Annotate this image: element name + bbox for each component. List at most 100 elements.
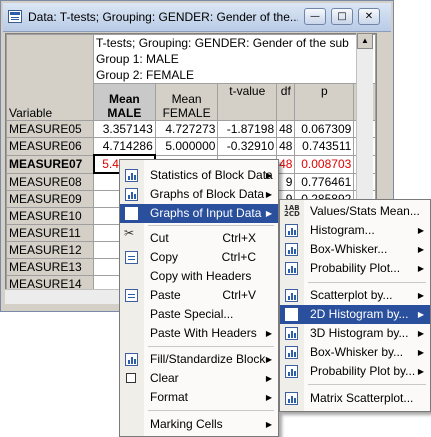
context-menu: Statistics of Block Data ▶ Graphs of Block…	[119, 159, 279, 437]
horizontal-scrollbar[interactable]	[5, 289, 120, 304]
submenu-item-label: Matrix Scatterplot...	[310, 391, 414, 405]
menu-item-copy[interactable]: Copy Ctrl+C	[120, 248, 278, 267]
clear-checkbox-icon	[126, 373, 136, 383]
column-header-t-value[interactable]: t-value	[217, 83, 278, 121]
menu-item-graphs-of-block-data[interactable]: Graphs of Block Data ▶	[120, 185, 278, 204]
minimize-button[interactable]: —	[304, 8, 326, 25]
menu-item-graphs-of-input-data[interactable]: Graphs of Input Data ▶	[120, 204, 278, 223]
submenu-item-label: Scatterplot by...	[310, 288, 393, 302]
menu-item-format[interactable]: Format ▶	[120, 388, 278, 407]
menu-item-label: Statistics of Block Data	[150, 168, 273, 182]
data-cell[interactable]: 48	[276, 154, 296, 174]
info-line-group2: Group 2: FEMALE	[96, 68, 195, 82]
submenu-arrow-icon: ▶	[417, 226, 424, 235]
block-stats-icon	[125, 169, 138, 182]
submenu-item-label: 3D Histogram by...	[310, 326, 409, 340]
row-header[interactable]: MEASURE13	[6, 258, 95, 276]
menu-item-statistics-of-block-data[interactable]: Statistics of Block Data ▶	[120, 166, 278, 185]
row-header[interactable]: MEASURE10	[6, 207, 95, 225]
submenu-item-histogram[interactable]: Histogram... ▶	[280, 221, 430, 240]
maximize-button[interactable]: □	[331, 8, 353, 25]
close-button[interactable]: ✕	[358, 8, 380, 25]
row-header[interactable]: MEASURE12	[6, 241, 95, 259]
menu-separator	[148, 225, 274, 226]
histogram-3d-icon	[285, 327, 298, 340]
menu-item-paste[interactable]: Paste Ctrl+V	[120, 286, 278, 305]
submenu-item-label: Probability Plot by...	[310, 364, 416, 378]
menu-item-shortcut: Ctrl+V	[222, 288, 256, 302]
menu-separator	[308, 282, 426, 283]
submenu-arrow-icon: ▶	[417, 291, 424, 300]
submenu-arrow-icon: ▶	[265, 374, 272, 383]
data-cell[interactable]: -0.32910	[217, 137, 278, 156]
data-cell[interactable]: 4.714286	[93, 137, 156, 156]
menu-item-marking-cells[interactable]: Marking Cells ▶	[120, 415, 278, 434]
scatterplot-icon	[285, 289, 298, 302]
row-header[interactable]: MEASURE07	[6, 154, 95, 174]
menu-item-label: Copy with Headers	[150, 269, 252, 283]
submenu-item-values-stats-mean[interactable]: 1AB 2CD Values/Stats Mean...	[280, 202, 430, 221]
menu-item-shortcut: Ctrl+C	[221, 250, 256, 264]
submenu-arrow-icon: ▶	[417, 348, 424, 357]
column-header-p[interactable]: p	[294, 83, 355, 121]
row-header[interactable]: MEASURE06	[6, 137, 95, 156]
row-header[interactable]: MEASURE09	[6, 190, 95, 208]
menu-item-cut[interactable]: ✂ Cut Ctrl+X	[120, 227, 278, 248]
submenu-item-scatterplot-by[interactable]: Scatterplot by... ▶	[280, 286, 430, 305]
column-header-df[interactable]: df	[276, 83, 296, 121]
values-stats-icon: 1AB 2CD	[284, 204, 300, 218]
data-cell[interactable]: 0.067309	[294, 120, 355, 138]
menu-item-label: Graphs of Input Data	[150, 206, 262, 220]
data-cell[interactable]: 0.776461	[294, 172, 355, 191]
menu-item-copy-with-headers[interactable]: Copy with Headers	[120, 267, 278, 286]
menu-item-label: Paste With Headers	[150, 326, 257, 340]
column-header-mean-male[interactable]: Mean MALE	[93, 83, 156, 121]
data-cell[interactable]: 48	[276, 137, 296, 156]
submenu-item-box-whisker-by[interactable]: Box-Whisker by... ▶	[280, 343, 430, 362]
menu-item-paste-special[interactable]: Paste Special...	[120, 305, 278, 324]
submenu-item-matrix-scatterplot[interactable]: Matrix Scatterplot...	[280, 389, 430, 408]
data-cell[interactable]: 9	[276, 172, 296, 191]
menu-item-paste-with-headers[interactable]: Paste With Headers ▶	[120, 324, 278, 343]
submenu-arrow-icon: ▶	[265, 209, 272, 218]
histogram-icon	[285, 224, 298, 237]
menu-item-label: Graphs of Block Data	[150, 187, 265, 201]
corner-header: Variable	[6, 34, 95, 121]
title-bar[interactable]: Data: T-tests; Grouping: GENDER: Gender …	[3, 3, 391, 32]
row-header[interactable]: MEASURE05	[6, 120, 95, 138]
submenu-item-2d-histogram-by[interactable]: 2D Histogram by... ▶	[280, 305, 430, 324]
menu-item-label: Copy	[150, 250, 179, 264]
menu-item-clear[interactable]: Clear ▶	[120, 369, 278, 388]
info-line-group1: Group 1: MALE	[96, 52, 179, 66]
column-header-mean-female[interactable]: Mean FEMALE	[154, 83, 219, 121]
row-header[interactable]: MEASURE11	[6, 224, 95, 242]
submenu-arrow-icon: ▶	[417, 264, 424, 273]
fill-block-icon	[125, 353, 138, 366]
data-cell[interactable]: -1.87198	[217, 120, 278, 138]
data-cell[interactable]: 0.008703	[294, 154, 355, 174]
submenu-item-probability-plot[interactable]: Probability Plot... ▶	[280, 259, 430, 278]
submenu-item-3d-histogram-by[interactable]: 3D Histogram by... ▶	[280, 324, 430, 343]
table-row: MEASURE05 3.357143 4.727273 -1.87198 48 0.067…	[6, 120, 376, 138]
submenu-item-box-whisker[interactable]: Box-Whisker... ▶	[280, 240, 430, 259]
data-cell[interactable]: 5.000000	[154, 137, 219, 156]
submenu-item-probability-plot-by[interactable]: Probability Plot by... ▶	[280, 362, 430, 381]
block-graph-icon	[125, 188, 138, 201]
menu-separator	[148, 346, 274, 347]
menu-item-label: Clear	[150, 371, 179, 385]
input-graph-icon	[125, 207, 138, 220]
menu-item-fill-standardize-block[interactable]: Fill/Standardize Block ▶	[120, 350, 278, 369]
info-header: T-tests; Grouping: GENDER: Gender of the…	[93, 34, 376, 84]
data-cell[interactable]: 48	[276, 120, 296, 138]
row-header[interactable]: MEASURE08	[6, 172, 95, 191]
submenu-arrow-icon: ▶	[417, 245, 424, 254]
window-title: Data: T-tests; Grouping: GENDER: Gender …	[28, 10, 298, 24]
data-cell[interactable]: 4.727273	[154, 120, 219, 138]
data-cell[interactable]: 3.357143	[93, 120, 156, 138]
data-cell[interactable]: 0.743511	[294, 137, 355, 156]
scroll-up-icon[interactable]: ▲	[357, 33, 373, 49]
menu-item-label: Cut	[150, 231, 169, 245]
table-row: MEASURE06 4.714286 5.000000 -0.32910 48 0.743…	[6, 137, 376, 156]
submenu-item-label: 2D Histogram by...	[310, 307, 409, 321]
paste-icon	[125, 289, 138, 302]
